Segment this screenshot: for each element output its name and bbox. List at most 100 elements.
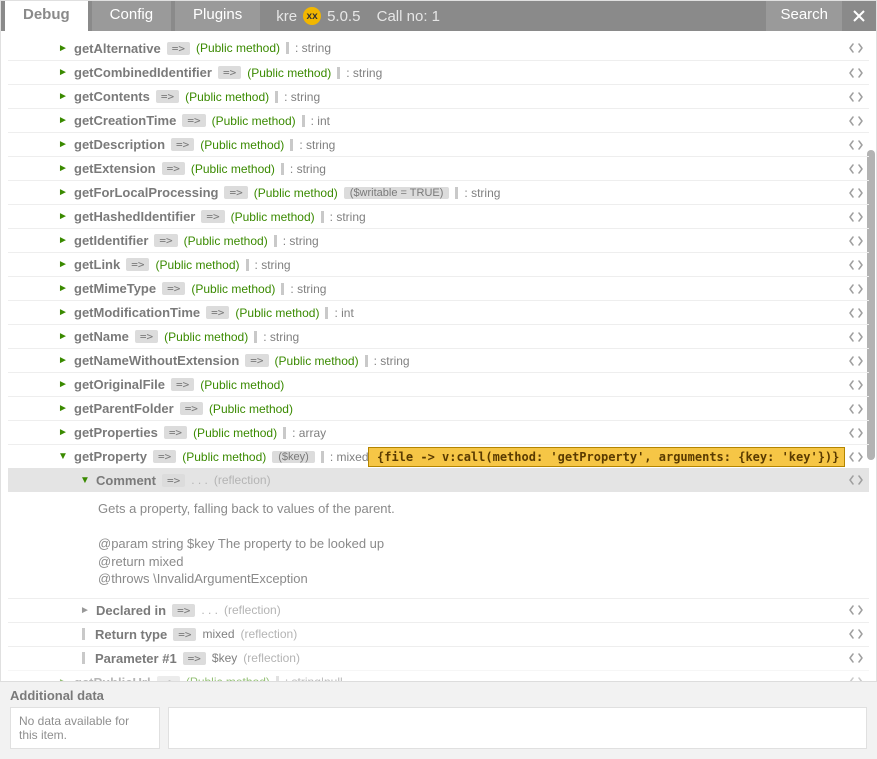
link-icon[interactable] [849,164,869,174]
expand-icon[interactable]: ► [58,115,68,126]
expand-icon[interactable]: ▼ [80,475,90,486]
source-label: (reflection) [224,603,281,617]
tab-debug[interactable]: Debug [5,1,88,31]
expand-icon[interactable]: ▼ [58,451,68,462]
declared-in-row[interactable]: ►Declared in=>. . .(reflection) [8,598,869,622]
method-row[interactable]: ►getCreationTime=>(Public method): int [8,108,869,132]
link-icon[interactable] [849,428,869,438]
link-icon[interactable] [849,475,869,485]
return-type: : array [292,426,326,440]
link-icon[interactable] [849,452,869,462]
return-type: : string [255,258,291,272]
close-icon[interactable] [842,1,876,31]
param-label: ($key) [272,451,315,463]
link-icon[interactable] [849,92,869,102]
expand-icon[interactable]: ► [58,331,68,342]
return-type-row[interactable]: Return type=>mixed(reflection) [8,622,869,646]
method-name: getNameWithoutExtension [74,353,239,368]
link-icon[interactable] [849,140,869,150]
link-icon[interactable] [849,236,869,246]
parameter-row[interactable]: Parameter #1=>$key(reflection) [8,646,869,670]
method-name: getMimeType [74,281,156,296]
link-icon[interactable] [849,68,869,78]
arrow-icon: => [167,42,190,55]
expand-icon[interactable]: ► [58,355,68,366]
arrow-icon: => [135,330,158,343]
comment-label: Comment [96,473,156,488]
visibility-label: (Public method) [200,378,284,392]
method-row[interactable]: ►getLink=>(Public method): string [8,252,869,276]
tab-plugins[interactable]: Plugins [175,1,260,31]
method-row[interactable]: ►getModificationTime=>(Public method): i… [8,300,869,324]
expand-icon[interactable]: ► [58,283,68,294]
expand-icon[interactable]: ► [58,163,68,174]
visibility-label: (Public method) [235,306,319,320]
link-icon[interactable] [849,356,869,366]
expand-icon[interactable]: ► [58,211,68,222]
arrow-icon: => [206,306,229,319]
expand-icon[interactable]: ► [58,379,68,390]
expand-icon[interactable]: ► [58,187,68,198]
logo-icon: xx [303,7,321,25]
method-row[interactable]: ►getProperties=>(Public method): array [8,420,869,444]
method-row[interactable]: ►getExtension=>(Public method): string [8,156,869,180]
version-label: 5.0.5 [327,8,360,25]
expand-icon[interactable]: ► [58,67,68,78]
method-row[interactable]: ►getForLocalProcessing=>(Public method)(… [8,180,869,204]
method-name: getLink [74,257,120,272]
expand-icon[interactable]: ► [58,139,68,150]
method-row[interactable]: ►getNameWithoutExtension=>(Public method… [8,348,869,372]
breadcrumb: kre xx 5.0.5 Call no: 1 [264,1,440,31]
call-number-label: Call no: 1 [377,8,440,25]
method-row[interactable]: ►getMimeType=>(Public method): string [8,276,869,300]
link-icon[interactable] [849,260,869,270]
method-row[interactable]: ►getOriginalFile=>(Public method) [8,372,869,396]
method-row[interactable]: ►getContents=>(Public method): string [8,84,869,108]
expand-icon[interactable]: ► [58,427,68,438]
link-icon[interactable] [849,629,869,639]
link-icon[interactable] [849,653,869,663]
tab-config[interactable]: Config [92,1,171,31]
separator-icon [283,427,286,439]
expand-icon[interactable]: ► [58,307,68,318]
link-icon[interactable] [849,284,869,294]
arrow-icon: => [162,282,185,295]
method-row[interactable]: ►getHashedIdentifier=>(Public method): s… [8,204,869,228]
link-icon[interactable] [849,404,869,414]
arrow-icon: => [182,114,205,127]
arrow-icon: => [173,628,196,641]
link-icon[interactable] [849,308,869,318]
link-icon[interactable] [849,116,869,126]
expand-icon[interactable]: ► [58,43,68,54]
method-row[interactable]: ►getAlternative=>(Public method): string [8,36,869,60]
expand-icon[interactable]: ► [80,605,90,616]
return-type: : mixed [330,450,369,464]
method-row[interactable]: ►getParentFolder=>(Public method) [8,396,869,420]
expand-icon[interactable]: ► [58,91,68,102]
label: Declared in [96,603,166,618]
link-icon[interactable] [849,380,869,390]
additional-data-message: No data available for this item. [10,707,160,749]
expand-icon[interactable]: ► [58,235,68,246]
link-icon[interactable] [849,188,869,198]
search-button[interactable]: Search [766,1,842,31]
link-icon[interactable] [849,212,869,222]
method-row[interactable]: ►getCombinedIdentifier=>(Public method):… [8,60,869,84]
expand-icon[interactable]: ► [58,259,68,270]
method-row[interactable]: ▼getProperty=>(Public method)($key): mix… [8,444,869,468]
method-row[interactable]: ►getName=>(Public method): string [8,324,869,348]
arrow-icon: => [218,66,241,79]
link-icon[interactable] [849,332,869,342]
return-type: : string [374,354,410,368]
method-row[interactable]: ►getIdentifier=>(Public method): string [8,228,869,252]
link-icon[interactable] [849,43,869,53]
method-row[interactable]: ►getDescription=>(Public method): string [8,132,869,156]
source-label: (reflection) [241,627,298,641]
method-name: getName [74,329,129,344]
method-row[interactable]: ►getPublicUrl=>(Public method): string|n… [8,670,869,681]
separator-icon [246,259,249,271]
expand-icon[interactable]: ► [58,403,68,414]
arrow-icon: => [126,258,149,271]
link-icon[interactable] [849,605,869,615]
comment-row[interactable]: ▼Comment=>. . .(reflection) [8,468,869,492]
